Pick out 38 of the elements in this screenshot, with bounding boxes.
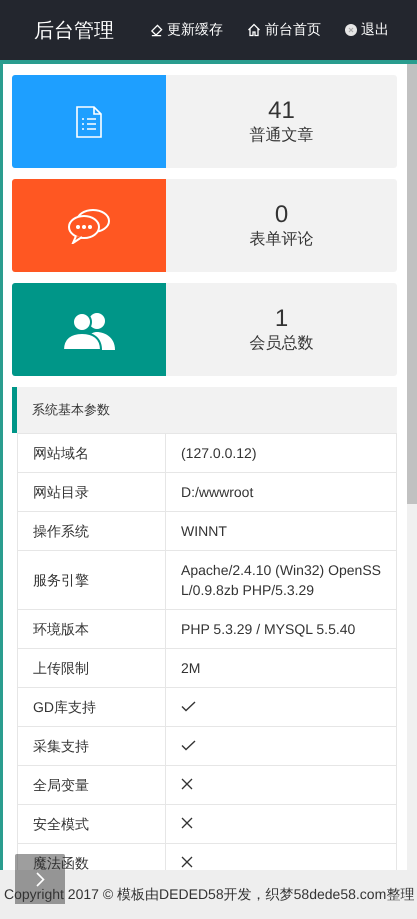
table-cell: Apache/2.4.10 (Win32) OpenSSL/0.9.8zb PHP/5.3.29 xyxy=(166,550,396,610)
stat-label: 表单评论 xyxy=(250,230,314,250)
stat-label: 会员总数 xyxy=(250,334,314,354)
table-cell: 安全模式 xyxy=(18,804,166,844)
document-icon xyxy=(75,106,103,138)
stat-card[interactable]: 1 会员总数 xyxy=(12,283,397,376)
table-cell: (127.0.0.12) xyxy=(166,434,396,472)
nav-link[interactable]: 更新缓存 xyxy=(150,21,223,39)
scrollbar[interactable] xyxy=(407,64,417,870)
stat-count: 0 xyxy=(274,201,288,229)
home-icon xyxy=(247,23,261,37)
site-title: 后台管理 xyxy=(34,18,114,44)
table-cell: 全局变量 xyxy=(18,766,166,804)
table-cell: 环境版本 xyxy=(18,610,166,648)
table-cell: 网站域名 xyxy=(18,434,166,472)
table-cell: 服务引擎 xyxy=(18,550,166,610)
table-cell: 上传限制 xyxy=(18,648,166,688)
table-cell: 网站目录 xyxy=(18,472,166,512)
chat-bubbles-icon xyxy=(67,208,111,244)
nav-link[interactable]: 前台首页 xyxy=(247,21,321,39)
chevron-right-icon xyxy=(36,872,44,886)
table-cell: D:/wwwroot xyxy=(166,472,396,512)
scrollbar-thumb[interactable] xyxy=(407,64,417,504)
nav-link[interactable]: 退出 xyxy=(345,21,389,39)
table-cell: PHP 5.3.29 / MYSQL 5.5.40 xyxy=(166,610,396,648)
panel-title: 系统基本参数 xyxy=(32,401,110,419)
table-cell: 采集支持 xyxy=(18,726,166,766)
table-cell: GD库支持 xyxy=(18,688,166,726)
stat-count: 41 xyxy=(268,97,295,125)
close-icon xyxy=(345,24,357,36)
stat-label: 普通文章 xyxy=(250,125,314,146)
table-cell: 操作系统 xyxy=(18,512,166,550)
table-cell: 2M xyxy=(166,648,396,688)
stat-count: 1 xyxy=(274,305,288,333)
table-cell: WINNT xyxy=(166,512,396,550)
stat-card[interactable]: 41 普通文章 xyxy=(12,75,397,168)
eraser-icon xyxy=(150,24,163,36)
stat-card[interactable]: 0 表单评论 xyxy=(12,179,397,272)
